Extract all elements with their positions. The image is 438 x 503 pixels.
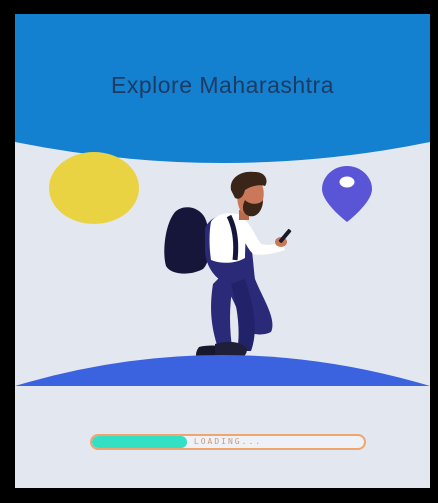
ground-hill (15, 355, 430, 386)
loading-progress-bar: LOADING... (90, 434, 366, 450)
loading-label: LOADING... (193, 437, 263, 446)
device-frame: Explore Maharashtra LOADING... (0, 0, 438, 503)
splash-screen: Explore Maharashtra LOADING... (15, 14, 430, 488)
